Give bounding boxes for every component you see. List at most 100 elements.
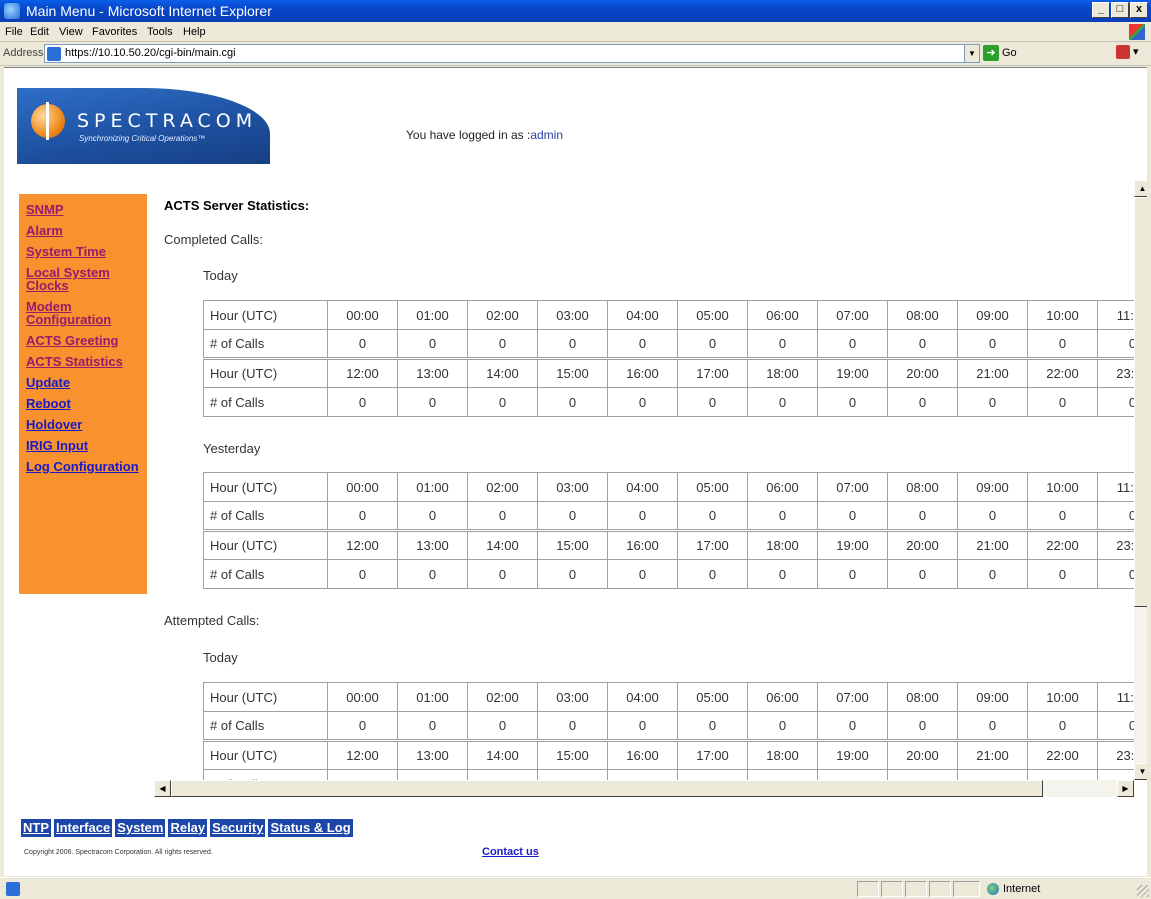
vertical-scrollbar[interactable]: ▲ ▼ xyxy=(1134,180,1147,780)
table-cell: 06:00 xyxy=(747,682,818,712)
maximize-button[interactable]: □ xyxy=(1111,2,1129,18)
tab-interface[interactable]: Interface xyxy=(54,819,113,837)
table-cell: 0 xyxy=(1097,329,1134,359)
table-cell: 0 xyxy=(957,559,1028,589)
tab-security[interactable]: Security xyxy=(210,819,266,837)
close-button[interactable]: x xyxy=(1130,2,1148,18)
table-row: Hour (UTC) 00:00 01:00 02:00 03:00 04:00 05:00… xyxy=(203,300,1134,330)
table-cell: 0 xyxy=(817,769,888,780)
table-cell: 0 xyxy=(817,501,888,531)
menu-view[interactable]: View xyxy=(59,26,83,38)
minimize-button[interactable]: _ xyxy=(1092,2,1110,18)
table-cell: 06:00 xyxy=(747,472,818,502)
address-input[interactable]: https://10.10.50.20/cgi-bin/main.cgi ▼ xyxy=(44,44,980,63)
table-cell: 0 xyxy=(1097,387,1134,417)
table-cell: 14:00 xyxy=(467,357,538,388)
nav-system-time[interactable]: System Time xyxy=(26,245,147,258)
nav-acts-greeting[interactable]: ACTS Greeting xyxy=(26,334,147,347)
table-cell: 0 xyxy=(957,329,1028,359)
table-cell: 11:00 xyxy=(1097,682,1134,712)
table-row: # of Calls000000000000 xyxy=(203,559,1134,589)
go-button[interactable]: ➜ Go xyxy=(983,45,1017,61)
table-cell: 09:00 xyxy=(957,682,1028,712)
go-label: Go xyxy=(1002,47,1017,59)
table-cell: 0 xyxy=(1027,501,1098,531)
table-cell: 17:00 xyxy=(677,357,748,388)
table-cell: 0 xyxy=(1027,559,1098,589)
nav-log-configuration[interactable]: Log Configuration xyxy=(26,460,147,473)
table-cell: 0 xyxy=(607,329,678,359)
menu-favorites[interactable]: Favorites xyxy=(92,26,137,38)
tab-status-log[interactable]: Status & Log xyxy=(268,819,353,837)
table-cell: 0 xyxy=(747,711,818,741)
scroll-down-icon[interactable]: ▼ xyxy=(1134,763,1147,780)
table-cell: 05:00 xyxy=(677,682,748,712)
address-label: Address xyxy=(3,47,44,59)
page-viewport: SPECTRACOM Synchronizing Critical Operat… xyxy=(4,67,1147,876)
nav-modem-configuration[interactable]: Modem Configuration xyxy=(26,300,147,326)
nav-reboot[interactable]: Reboot xyxy=(26,397,147,410)
hour-row-header: Hour (UTC) xyxy=(203,529,328,560)
table-cell: 15:00 xyxy=(537,739,608,770)
table-cell: 01:00 xyxy=(397,682,468,712)
scroll-right-icon[interactable]: ▶ xyxy=(1117,780,1134,797)
table-cell: 21:00 xyxy=(957,357,1028,388)
table-cell: 04:00 xyxy=(607,300,678,330)
nav-acts-statistics[interactable]: ACTS Statistics xyxy=(26,355,147,368)
menu-tools[interactable]: Tools xyxy=(147,26,173,38)
table-cell: 22:00 xyxy=(1027,529,1098,560)
horizontal-scrollbar[interactable]: ◀ ▶ xyxy=(154,780,1134,797)
table-cell: 0 xyxy=(327,769,398,780)
calls-row-header: # of Calls xyxy=(203,711,328,741)
tab-ntp[interactable]: NTP xyxy=(21,819,51,837)
nav-alarm[interactable]: Alarm xyxy=(26,224,147,237)
address-url[interactable]: https://10.10.50.20/cgi-bin/main.cgi xyxy=(65,47,236,59)
scroll-up-icon[interactable]: ▲ xyxy=(1134,180,1147,197)
menu-edit[interactable]: Edit xyxy=(30,26,49,38)
table-cell: 15:00 xyxy=(537,529,608,560)
table-cell: 23:00 xyxy=(1097,529,1134,560)
table-row: # of Calls000000000000 xyxy=(203,711,1134,741)
horizontal-scroll-thumb[interactable] xyxy=(171,780,1043,797)
table-cell: 0 xyxy=(537,711,608,741)
table-cell: 00:00 xyxy=(327,682,398,712)
table-cell: 23:00 xyxy=(1097,357,1134,388)
table-cell: 0 xyxy=(1097,501,1134,531)
table-cell: 0 xyxy=(887,559,958,589)
table-cell: 0 xyxy=(957,387,1028,417)
table-cell: 12:00 xyxy=(327,357,398,388)
scroll-left-icon[interactable]: ◀ xyxy=(154,780,171,797)
completed-calls-label: Completed Calls: xyxy=(164,232,263,247)
table-cell: 16:00 xyxy=(607,529,678,560)
table-cell: 20:00 xyxy=(887,529,958,560)
login-user: admin xyxy=(530,128,564,142)
menu-file[interactable]: File xyxy=(5,26,23,38)
table-cell: 0 xyxy=(747,769,818,780)
vertical-scroll-thumb[interactable] xyxy=(1134,197,1147,607)
nav-holdover[interactable]: Holdover xyxy=(26,418,147,431)
table-cell: 08:00 xyxy=(887,300,958,330)
nav-update[interactable]: Update xyxy=(26,376,147,389)
table-cell: 07:00 xyxy=(817,300,888,330)
toolbar-extra-button[interactable]: ▾ xyxy=(1116,45,1146,61)
resize-grip-icon[interactable] xyxy=(1137,885,1149,897)
table-cell: 02:00 xyxy=(467,682,538,712)
nav-snmp[interactable]: SNMP xyxy=(26,203,147,216)
table-cell: 0 xyxy=(887,329,958,359)
nav-irig-input[interactable]: IRIG Input xyxy=(26,439,147,452)
hour-row-header: Hour (UTC) xyxy=(203,472,328,502)
stats-table: Hour (UTC) 00:00 01:00 02:00 03:00 04:00 05:00… xyxy=(203,682,1134,780)
tab-system[interactable]: System xyxy=(115,819,166,837)
menu-help[interactable]: Help xyxy=(183,26,206,38)
table-cell: 18:00 xyxy=(747,739,818,770)
address-dropdown-icon[interactable]: ▼ xyxy=(964,45,979,62)
contact-link[interactable]: Contact us xyxy=(482,846,539,858)
nav-local-system-clocks[interactable]: Local System Clocks xyxy=(26,266,147,292)
table-cell: 10:00 xyxy=(1027,472,1098,502)
table-cell: 0 xyxy=(467,387,538,417)
copyright-text: Copyright 2006. Spectracom Corporation. … xyxy=(24,849,213,856)
table-cell: 14:00 xyxy=(467,529,538,560)
toolbar-extra-icon xyxy=(1116,45,1130,60)
tab-relay[interactable]: Relay xyxy=(168,819,208,837)
table-cell: 04:00 xyxy=(607,682,678,712)
